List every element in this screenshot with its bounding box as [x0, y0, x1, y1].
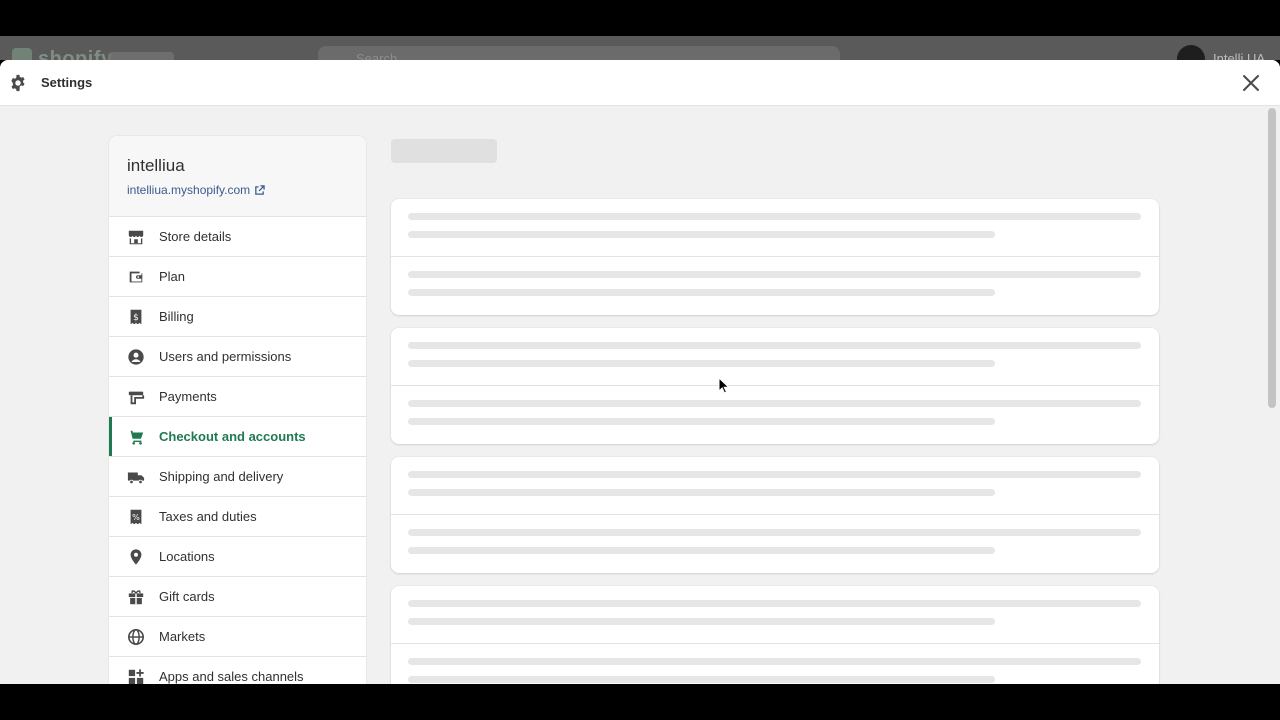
store-name: intelliua: [127, 156, 185, 175]
skeleton-line: [408, 618, 995, 625]
wallet-icon: [126, 267, 146, 287]
close-icon[interactable]: [1240, 72, 1262, 94]
skeleton-line: [408, 342, 1141, 349]
modal-title: Settings: [41, 75, 93, 90]
sidebar-item-label: Plan: [159, 269, 186, 284]
shopify-logo-text: shopify: [38, 48, 113, 60]
sidebar-item-plan[interactable]: Plan: [109, 257, 366, 297]
edition-badge: [108, 52, 174, 60]
sidebar-item-taxes[interactable]: % Taxes and duties: [109, 497, 366, 537]
truck-icon: [126, 467, 146, 487]
tax-icon: %: [126, 507, 146, 527]
external-link-icon: [255, 184, 265, 195]
gift-icon: [126, 587, 146, 607]
modal-header: Settings: [0, 60, 1280, 106]
sidebar-item-label: Taxes and duties: [159, 509, 257, 524]
skeleton-line: [408, 271, 1141, 278]
avatar: [1177, 45, 1205, 60]
store-icon: [126, 227, 146, 247]
svg-text:$: $: [133, 313, 139, 323]
letterbox-bottom: [0, 684, 1280, 720]
skeleton-line: [408, 289, 995, 296]
skeleton-section: [391, 328, 1159, 386]
settings-modal: Settings intelliua intelliua.myshopify.c…: [0, 60, 1280, 684]
sidebar-item-label: Apps and sales channels: [159, 669, 304, 684]
skeleton-line: [408, 471, 1141, 478]
cart-icon: [126, 427, 146, 447]
svg-text:%: %: [132, 512, 140, 522]
scrollbar[interactable]: [1268, 108, 1276, 408]
skeleton-line: [408, 400, 1141, 407]
shopify-logo-mark: [12, 48, 32, 60]
sidebar-item-users[interactable]: Users and permissions: [109, 337, 366, 377]
skeleton-line: [408, 529, 1141, 536]
sidebar-item-checkout[interactable]: Checkout and accounts: [109, 417, 366, 457]
sidebar-item-shipping[interactable]: Shipping and delivery: [109, 457, 366, 497]
skeleton-section: [391, 199, 1159, 257]
globe-icon: [126, 627, 146, 647]
gear-icon: [11, 74, 25, 92]
sidebar-item-billing[interactable]: $ Billing: [109, 297, 366, 337]
store-url-link[interactable]: intelliua.myshopify.com: [127, 183, 348, 197]
sidebar-item-label: Billing: [159, 309, 194, 324]
receipt-icon: $: [126, 307, 146, 327]
skeleton-section: [391, 386, 1159, 444]
skeleton-line: [408, 489, 995, 496]
page-title-skeleton: [391, 139, 497, 163]
mouse-cursor-icon: [718, 377, 730, 394]
skeleton-line: [408, 418, 995, 425]
sidebar-item-label: Shipping and delivery: [159, 469, 284, 484]
store-header: intelliua intelliua.myshopify.com: [109, 136, 366, 217]
user-name: Intelli UA: [1213, 51, 1266, 60]
skeleton-section: [391, 586, 1159, 644]
skeleton-line: [408, 676, 995, 683]
sidebar-item-apps[interactable]: Apps and sales channels: [109, 657, 366, 684]
sidebar-item-markets[interactable]: Markets: [109, 617, 366, 657]
sidebar-item-gift-cards[interactable]: Gift cards: [109, 577, 366, 617]
skeleton-card: [391, 586, 1159, 684]
skeleton-section: [391, 515, 1159, 573]
sidebar-item-payments[interactable]: Payments: [109, 377, 366, 417]
store-url-text[interactable]: intelliua.myshopify.com: [127, 183, 250, 197]
sidebar-item-label: Users and permissions: [159, 349, 292, 364]
sidebar-item-label: Payments: [159, 389, 217, 404]
skeleton-line: [408, 213, 1141, 220]
sidebar-item-label: Store details: [159, 229, 232, 244]
sidebar-item-label: Locations: [159, 549, 215, 564]
skeleton-line: [408, 600, 1141, 607]
skeleton-line: [408, 231, 995, 238]
skeleton-line: [408, 658, 1141, 665]
settings-sidebar: intelliua intelliua.myshopify.com Store …: [109, 136, 366, 684]
skeleton-section: [391, 644, 1159, 684]
skeleton-card: [391, 328, 1159, 444]
letterbox-top: [0, 0, 1280, 36]
sidebar-item-store-details[interactable]: Store details: [109, 217, 366, 257]
payments-icon: [126, 387, 146, 407]
background-search-placeholder: Search: [356, 51, 398, 60]
location-icon: [126, 547, 146, 567]
skeleton-line: [408, 360, 995, 367]
sidebar-item-locations[interactable]: Locations: [109, 537, 366, 577]
skeleton-line: [408, 547, 995, 554]
skeleton-card: [391, 199, 1159, 315]
sidebar-item-label: Gift cards: [159, 589, 215, 604]
background-app-topbar: shopify Search Intelli UA: [0, 36, 1280, 60]
skeleton-section: [391, 457, 1159, 515]
sidebar-item-label: Markets: [159, 629, 206, 644]
user-icon: [126, 347, 146, 367]
sidebar-item-label: Checkout and accounts: [159, 429, 306, 444]
skeleton-section: [391, 257, 1159, 315]
skeleton-card: [391, 457, 1159, 573]
apps-icon: [126, 667, 146, 685]
